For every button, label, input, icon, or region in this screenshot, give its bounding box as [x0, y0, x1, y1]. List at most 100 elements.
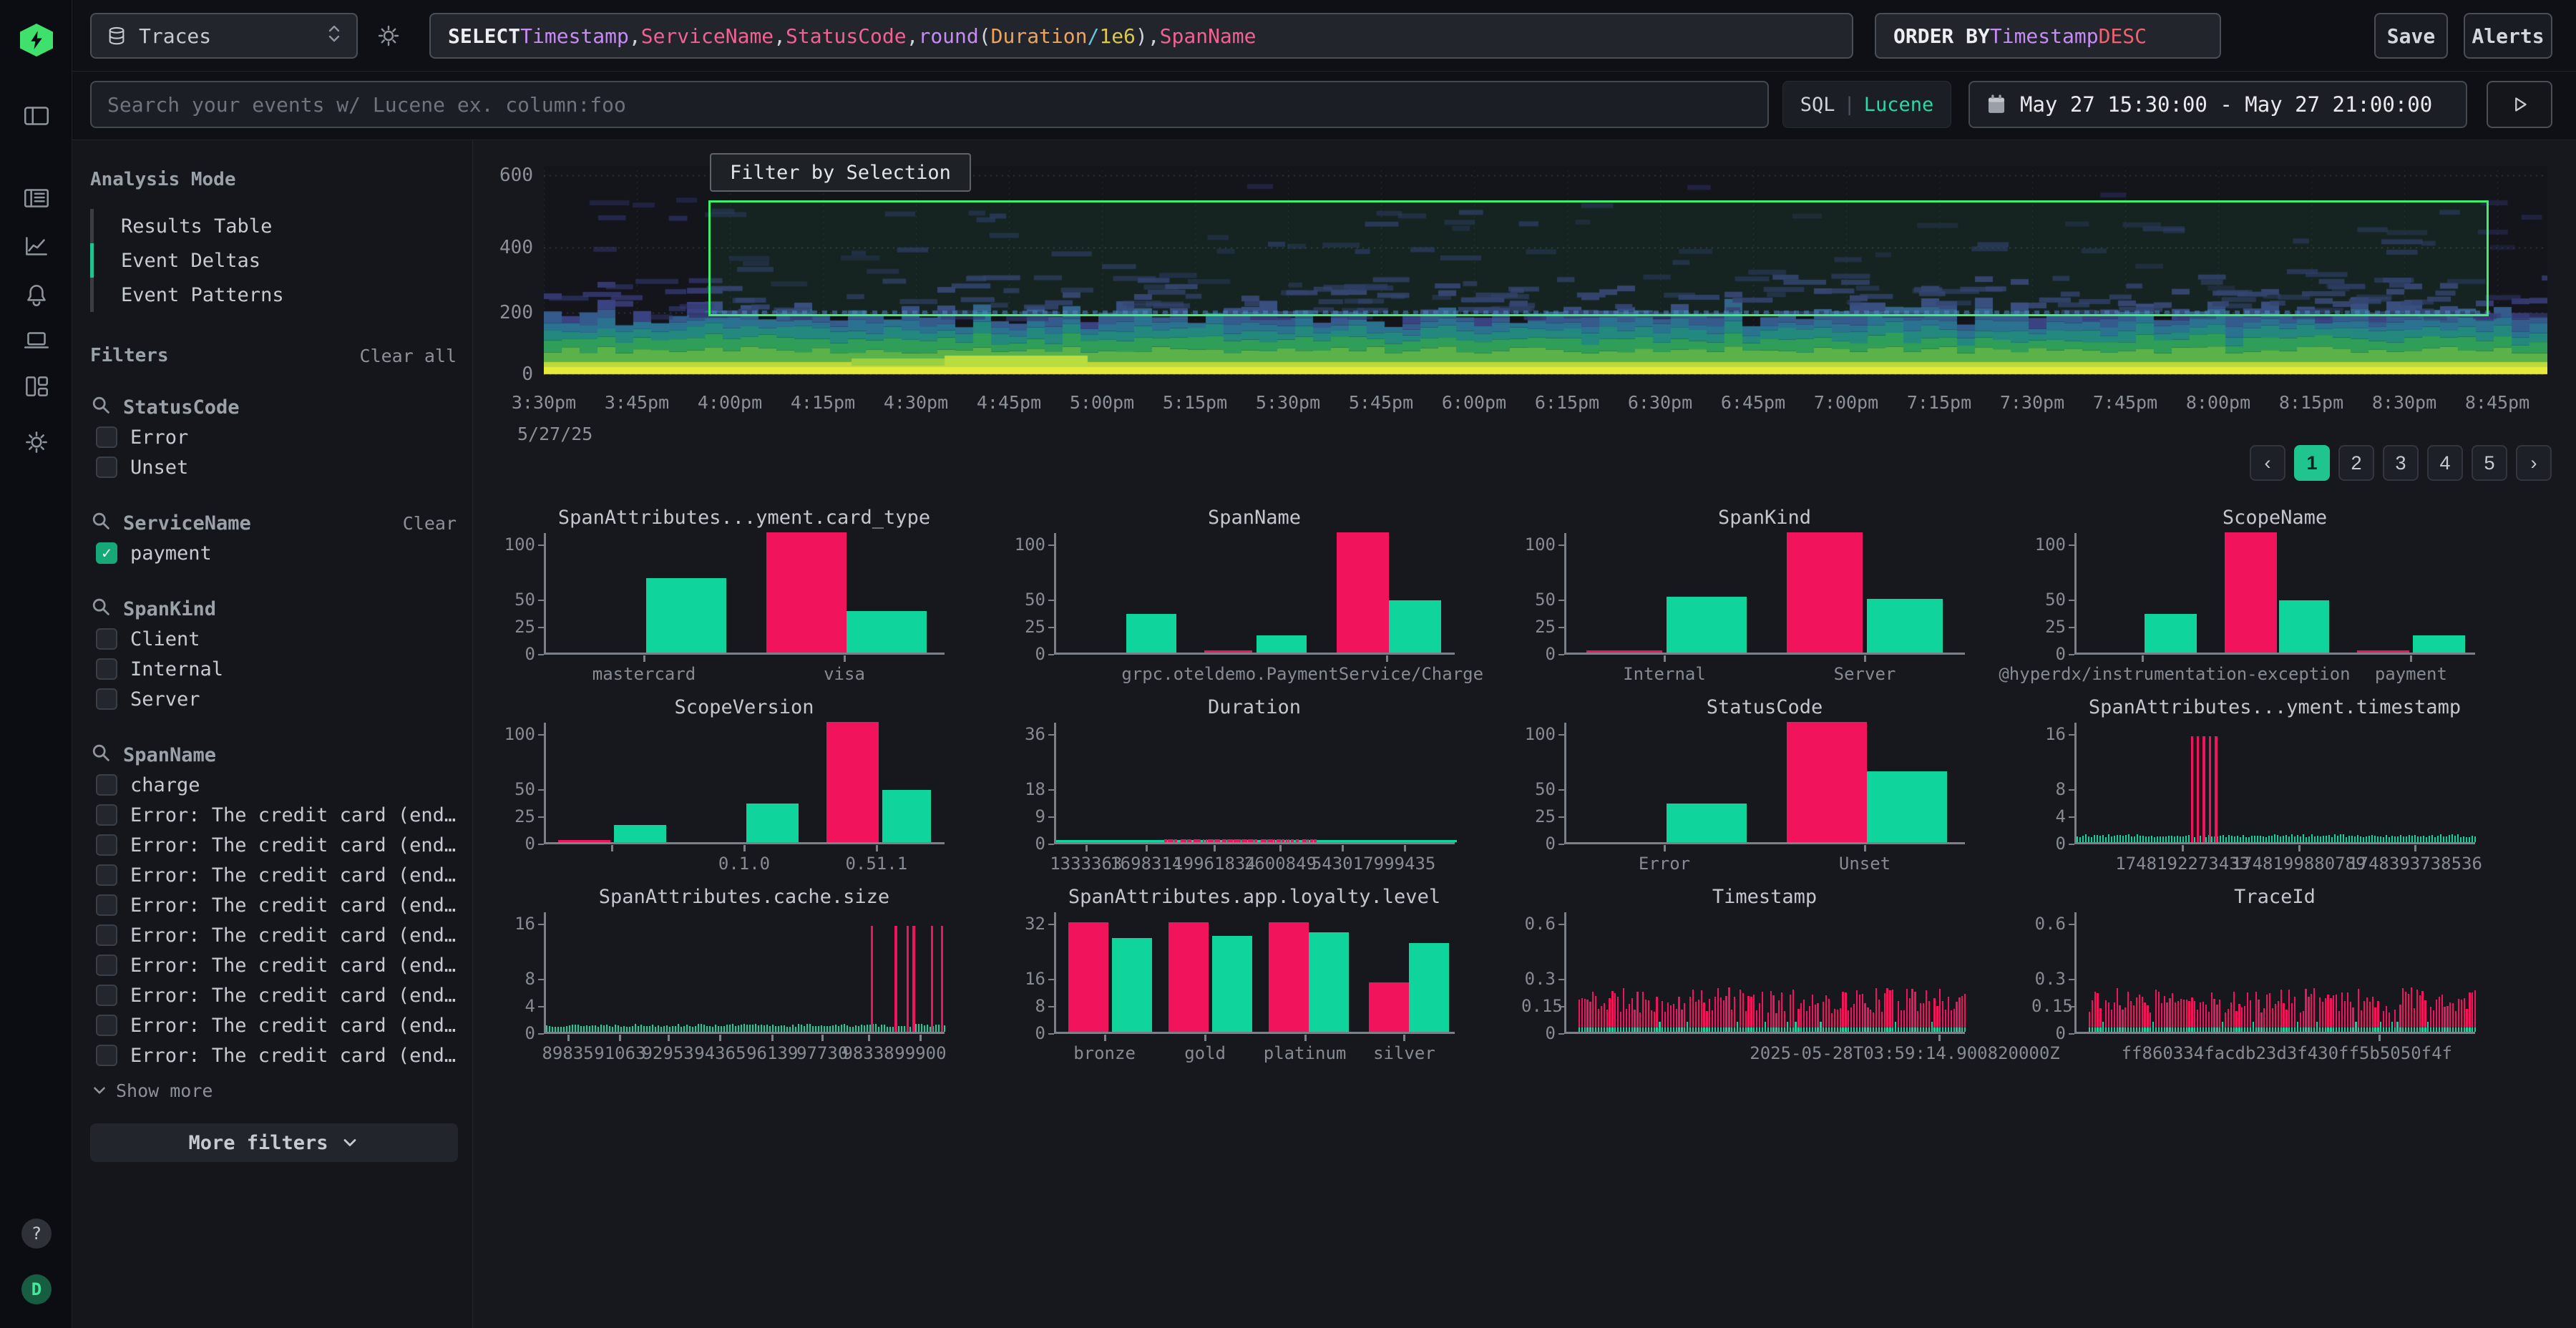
checkbox[interactable]: [96, 985, 117, 1006]
checkbox[interactable]: [96, 774, 117, 796]
mode-item-event-patterns[interactable]: Event Patterns: [90, 278, 457, 312]
dashboards-icon[interactable]: [21, 371, 52, 401]
y-tick-mark: [1048, 844, 1054, 845]
filter-option-payment[interactable]: ✓payment: [90, 538, 457, 568]
page-button-1[interactable]: 1: [2294, 445, 2330, 481]
filter-group-statuscode: StatusCodeErrorUnset: [90, 392, 457, 482]
source-settings-gear-icon[interactable]: [374, 21, 403, 50]
pink-bar: [1369, 982, 1409, 1032]
green-bar: [2254, 836, 2255, 842]
x-tick-mark: [1279, 845, 1282, 851]
filter-option-error-the-credit-card-end[interactable]: Error: The credit card (end…: [90, 860, 457, 890]
green-bar: [2363, 837, 2364, 842]
checkbox[interactable]: [96, 924, 117, 946]
x-tick-label: 89835: [542, 1043, 593, 1063]
alerts-button[interactable]: Alerts: [2464, 13, 2552, 59]
filter-option-error[interactable]: Error: [90, 422, 457, 452]
alerts-bell-icon[interactable]: [21, 280, 52, 310]
query-language-toggle[interactable]: SQL | Lucene: [1782, 81, 1951, 128]
event-log-icon[interactable]: [21, 183, 52, 213]
checkbox[interactable]: [96, 658, 117, 680]
filter-option-charge[interactable]: charge: [90, 770, 457, 800]
filter-option-error-the-credit-card-end[interactable]: Error: The credit card (end…: [90, 1010, 457, 1040]
selection-region[interactable]: [708, 200, 2489, 316]
checkbox[interactable]: [96, 864, 117, 886]
user-avatar[interactable]: D: [21, 1274, 52, 1304]
checkbox[interactable]: ✓: [96, 542, 117, 564]
date-range-picker[interactable]: May 27 15:30:00 - May 27 21:00:00: [1968, 81, 2467, 128]
help-button[interactable]: ?: [21, 1219, 52, 1249]
x-tick-mark: [643, 655, 645, 662]
clear-filter-link[interactable]: Clear: [403, 513, 457, 534]
filter-option-error-the-credit-card-end[interactable]: Error: The credit card (end…: [90, 950, 457, 980]
source-select[interactable]: Traces: [90, 13, 358, 59]
mode-item-results-table[interactable]: Results Table: [90, 209, 457, 243]
filter-option-error-the-credit-card-end[interactable]: Error: The credit card (end…: [90, 830, 457, 860]
checkbox[interactable]: [96, 1045, 117, 1066]
green-bar: [915, 1024, 917, 1032]
checkbox[interactable]: [96, 834, 117, 856]
search-icon[interactable]: [90, 510, 112, 537]
run-query-button[interactable]: [2487, 81, 2552, 128]
filter-option-unset[interactable]: Unset: [90, 452, 457, 482]
checkbox[interactable]: [96, 688, 117, 710]
page-button-4[interactable]: 4: [2427, 445, 2463, 481]
filter-option-error-the-credit-card-end[interactable]: Error: The credit card (end…: [90, 1040, 457, 1070]
green-bar: [2413, 635, 2465, 653]
more-filters-button[interactable]: More filters: [90, 1123, 458, 1162]
show-more-link[interactable]: Show more: [90, 1075, 457, 1106]
order-by-input[interactable]: ORDER BY Timestamp DESC: [1875, 13, 2221, 59]
clear-all-filters-link[interactable]: Clear all: [360, 346, 457, 366]
page-button-2[interactable]: 2: [2338, 445, 2374, 481]
save-button[interactable]: Save: [2374, 13, 2448, 59]
checkbox[interactable]: [96, 804, 117, 826]
green-bar: [606, 1025, 608, 1032]
toggle-sql[interactable]: SQL: [1800, 94, 1835, 116]
checkbox[interactable]: [96, 954, 117, 976]
hyperdx-logo-icon[interactable]: [20, 24, 53, 57]
filter-option-server[interactable]: Server: [90, 684, 457, 714]
checkbox[interactable]: [96, 1015, 117, 1036]
chart-line-icon[interactable]: [21, 231, 52, 261]
x-tick-mark: [2410, 655, 2412, 662]
pink-bar: [2213, 999, 2215, 1027]
checkbox[interactable]: [96, 426, 117, 448]
checkbox[interactable]: [96, 456, 117, 478]
pink-bar: [1717, 988, 1719, 1027]
filter-option-internal[interactable]: Internal: [90, 654, 457, 684]
toggle-lucene[interactable]: Lucene: [1864, 94, 1934, 116]
pink-bar: [2124, 1007, 2126, 1027]
page-button-3[interactable]: 3: [2383, 445, 2419, 481]
filter-option-error-the-credit-card-end[interactable]: Error: The credit card (end…: [90, 980, 457, 1010]
y-tick-label: 4: [2031, 806, 2066, 826]
filter-option-error-the-credit-card-end[interactable]: Error: The credit card (end…: [90, 800, 457, 830]
chart-spanattributes-app-loyalty-level: SpanAttributes.app.loyalty.level321680br…: [1011, 880, 1483, 1070]
pink-bar: [1834, 1009, 1835, 1027]
filter-option-client[interactable]: Client: [90, 624, 457, 654]
checkbox[interactable]: [96, 894, 117, 916]
filter-option-error-the-credit-card-end[interactable]: Error: The credit card (end…: [90, 920, 457, 950]
page-button-5[interactable]: 5: [2472, 445, 2507, 481]
y-tick-mark: [2069, 789, 2074, 791]
filter-by-selection-button[interactable]: Filter by Selection: [710, 153, 971, 192]
filter-option-error-the-credit-card-end[interactable]: Error: The credit card (end…: [90, 890, 457, 920]
green-bar: [577, 1025, 579, 1032]
green-bar: [2165, 836, 2167, 842]
search-icon[interactable]: [90, 742, 112, 768]
search-icon[interactable]: [90, 596, 112, 622]
y-tick-label: 8: [501, 969, 535, 989]
mode-item-event-deltas[interactable]: Event Deltas: [90, 243, 457, 278]
panel-toggle-icon[interactable]: [21, 101, 52, 131]
select-query-input[interactable]: SELECT Timestamp,ServiceName,StatusCode,…: [429, 13, 1853, 59]
settings-gear-icon[interactable]: [21, 427, 52, 457]
search-icon[interactable]: [90, 394, 112, 421]
checkbox[interactable]: [96, 628, 117, 650]
y-tick-label: 0: [1011, 644, 1045, 664]
chart-title: ScopeVersion: [544, 696, 945, 718]
prev-page-button[interactable]: ‹: [2250, 445, 2285, 481]
search-input[interactable]: [90, 81, 1769, 128]
sessions-laptop-icon[interactable]: [21, 325, 52, 355]
pink-bar: [1787, 532, 1863, 653]
next-page-button[interactable]: ›: [2516, 445, 2552, 481]
y-tick-label: 100: [1521, 534, 1556, 555]
